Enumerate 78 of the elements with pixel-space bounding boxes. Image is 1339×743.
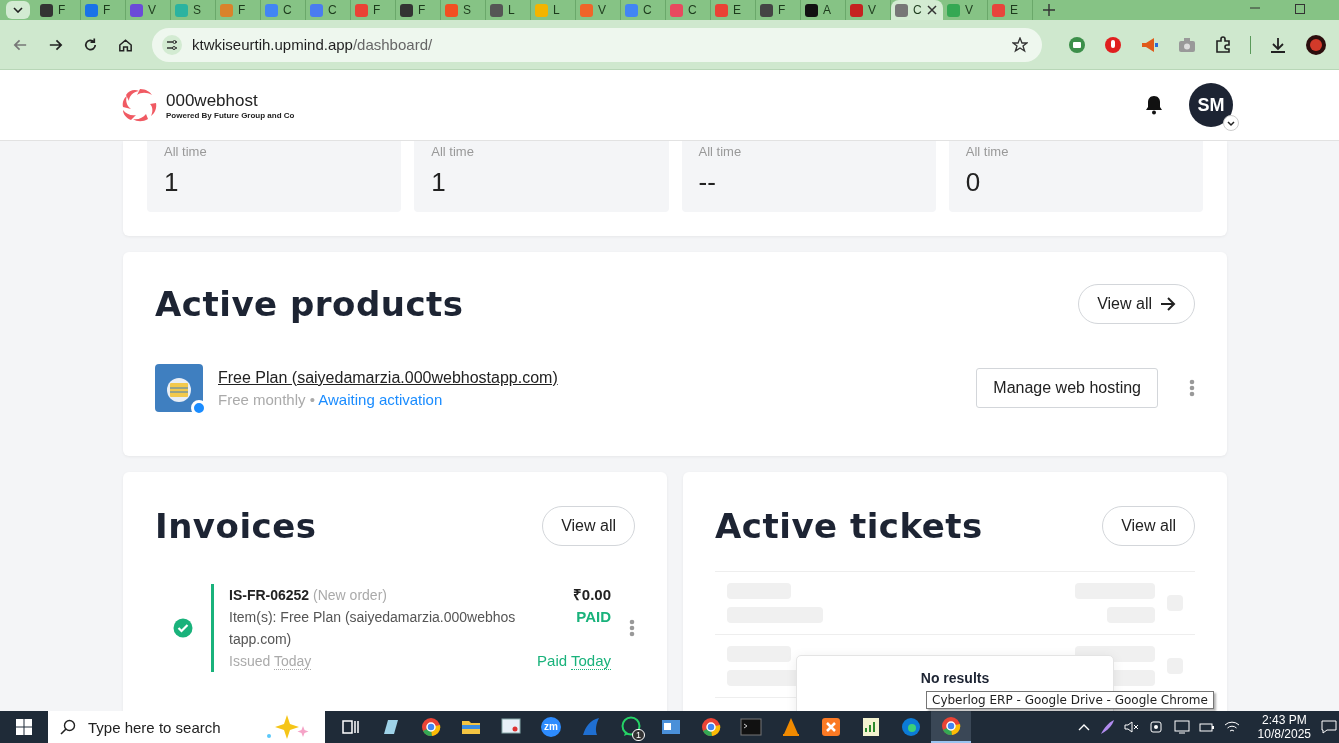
taskbar-app[interactable]: zm: [531, 711, 571, 743]
stat-value: 0: [965, 167, 982, 198]
tooltip-text: Cyberlog ERP - Google Drive - Google Chrome: [926, 691, 1214, 709]
search-icon: [60, 719, 76, 735]
windows-start-icon[interactable]: [16, 719, 32, 735]
brand-tagline: Powered By Future Group and Co: [166, 110, 295, 120]
user-avatar[interactable]: SM: [1189, 83, 1233, 127]
more-options-icon[interactable]: [629, 619, 635, 637]
zoom-app-icon: [540, 716, 562, 738]
reload-icon[interactable]: [82, 35, 99, 54]
cone-icon: [780, 716, 802, 738]
section-title: Invoices: [155, 506, 317, 546]
notification-bell-icon[interactable]: [1145, 95, 1163, 115]
invoice-amount: ₹0.00: [572, 585, 611, 605]
terminal-icon: [740, 716, 762, 738]
stat-label: All time: [965, 144, 1010, 159]
product-link[interactable]: Free Plan (saiyedamarzia.000webhostapp.com): [218, 368, 962, 387]
download-icon[interactable]: [1269, 35, 1287, 54]
server-icon: [167, 378, 191, 402]
maximize-icon[interactable]: [1295, 4, 1305, 14]
search-placeholder: Type here to search: [88, 718, 221, 736]
manage-hosting-button[interactable]: Manage web hosting: [976, 368, 1158, 408]
stop-sign-icon[interactable]: [1104, 35, 1122, 54]
view-all-button[interactable]: View all: [1078, 284, 1195, 324]
product-status: Free monthly • Awaiting activation: [218, 390, 444, 408]
stat-value: 1: [164, 167, 180, 198]
chrome-icon: [420, 716, 442, 738]
chat-app-icon: [620, 716, 642, 738]
chevron-down-icon: [13, 7, 23, 13]
taskbar-app[interactable]: [931, 711, 971, 743]
browser-tab[interactable]: C: [891, 0, 943, 20]
bookmark-star-icon[interactable]: [1012, 36, 1028, 53]
issued-date: Issued Today: [229, 652, 313, 672]
url-text: ktwkiseurtih.upmind.app/dashboard/: [192, 36, 434, 53]
more-options-icon[interactable]: [1189, 379, 1195, 397]
new-tab-icon[interactable]: [1043, 4, 1055, 16]
chevron-down-icon[interactable]: [1223, 115, 1239, 131]
tab-search-button[interactable]: [6, 1, 30, 19]
arrow-right-icon: [1160, 297, 1176, 311]
stat-value: --: [698, 167, 717, 198]
empty-state-text: No results: [920, 670, 990, 688]
megaphone-icon[interactable]: [1140, 35, 1160, 54]
chevron-up-icon[interactable]: [1077, 723, 1090, 731]
app-label: zm: [544, 721, 558, 732]
close-icon[interactable]: [926, 5, 937, 15]
invoice-items: Item(s): Free Plan (saiyedamarzia.000webhostapp.com): [229, 608, 517, 649]
stat-label: All time: [698, 144, 743, 159]
display-icon[interactable]: [1173, 720, 1190, 734]
stat-label: All time: [164, 144, 208, 159]
extensions-icon[interactable]: [1214, 35, 1232, 54]
check-circle-icon: [173, 618, 193, 638]
payment-status: PAID: [576, 607, 611, 627]
wifi-icon[interactable]: [1223, 720, 1240, 734]
taskbar-clock[interactable]: 2:43 PM 10/8/2025: [1257, 713, 1311, 741]
brand-name: 000webhost: [166, 90, 259, 111]
profile-avatar-icon[interactable]: [1305, 33, 1327, 56]
feather-icon[interactable]: [1098, 719, 1115, 735]
muted-speaker-icon[interactable]: [1123, 720, 1140, 734]
address-bar[interactable]: ktwkiseurtih.upmind.app/dashboard/: [152, 27, 1042, 62]
chrome-icon: [940, 715, 962, 737]
fin-app-icon: [580, 716, 602, 738]
chart-app-icon: [860, 716, 882, 738]
chrome-icon: [700, 716, 722, 738]
section-title: Active products: [155, 284, 464, 324]
notifications-icon[interactable]: [1321, 719, 1337, 735]
taskbar-search-field[interactable]: Type here to search: [48, 711, 325, 743]
notification-badge: 1: [632, 729, 645, 741]
edge-icon: [900, 716, 922, 738]
taskbar-app[interactable]: 1: [611, 711, 651, 743]
paid-date: Paid Today: [537, 651, 611, 672]
view-all-button[interactable]: View all: [1102, 506, 1195, 546]
battery-icon[interactable]: [1198, 721, 1215, 733]
stat-value: 1: [431, 167, 447, 198]
view-all-button[interactable]: View all: [542, 506, 635, 546]
stat-label: All time: [431, 144, 475, 159]
site-info-icon[interactable]: [162, 34, 182, 55]
section-title: Active tickets: [715, 506, 983, 546]
invoice-number[interactable]: IS-FR-06252 (New order): [229, 584, 519, 606]
